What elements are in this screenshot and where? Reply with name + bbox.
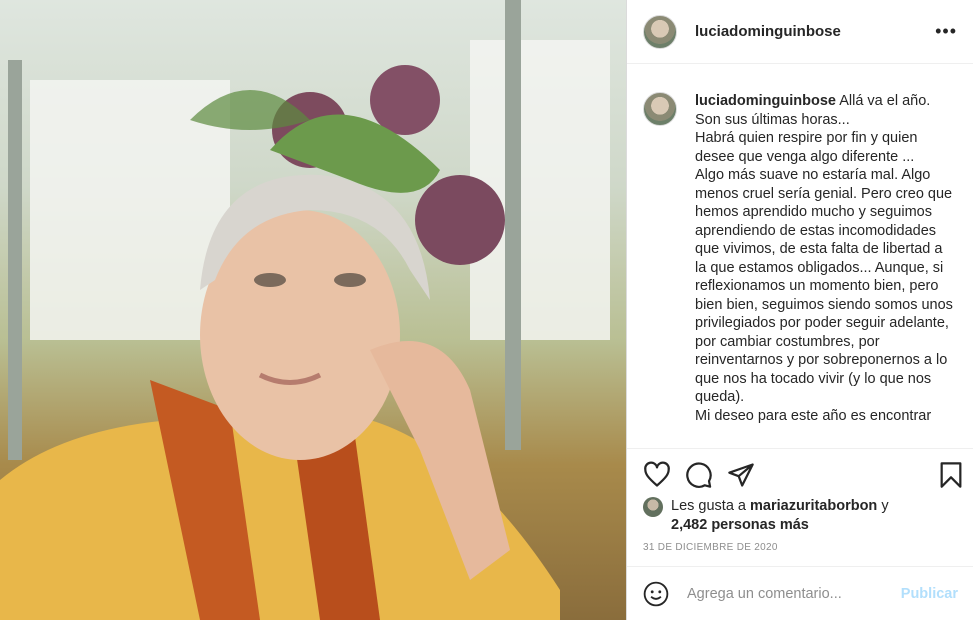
caption-username-link[interactable]: luciadominguinbose <box>695 93 836 109</box>
likes-prefix: Les gusta a <box>671 498 750 514</box>
post-date[interactable]: 31 DE DICIEMBRE DE 2020 <box>643 542 778 553</box>
likes-and: y <box>877 498 889 514</box>
comment-icon[interactable] <box>685 461 713 489</box>
liker-username-link[interactable]: mariazuritaborbon <box>750 498 877 514</box>
flower-crown <box>190 65 505 265</box>
share-icon[interactable] <box>727 461 755 489</box>
bookmark-icon[interactable] <box>937 461 965 489</box>
username-link[interactable]: luciadominguinbose <box>695 23 841 40</box>
caption-body: Allá va el año. Son sus últimas horas...… <box>695 93 953 424</box>
more-dots-icon[interactable]: ••• <box>935 21 957 42</box>
likes-count-link[interactable]: 2,482 personas más <box>671 517 809 533</box>
post-header: luciadominguinbose ••• <box>627 0 973 64</box>
avatar[interactable] <box>643 14 677 49</box>
post-image[interactable] <box>0 0 626 620</box>
caption: luciadominguinbose Allá va el año. Son s… <box>643 92 963 447</box>
post-sidebar: luciadominguinbose ••• luciadominguinbos… <box>626 0 973 620</box>
emoji-icon[interactable] <box>643 581 669 607</box>
likes-summary: Les gusta a mariazuritaborbon y 2,482 pe… <box>643 497 889 535</box>
caption-text: luciadominguinbose Allá va el año. Son s… <box>695 92 957 447</box>
publish-button[interactable]: Publicar <box>901 586 958 602</box>
heart-icon[interactable] <box>643 461 671 489</box>
caption-avatar[interactable] <box>643 92 677 126</box>
comment-box: Publicar <box>627 566 973 620</box>
comment-input[interactable] <box>685 584 889 603</box>
action-bar <box>627 448 973 500</box>
liker-avatar[interactable] <box>643 497 663 517</box>
